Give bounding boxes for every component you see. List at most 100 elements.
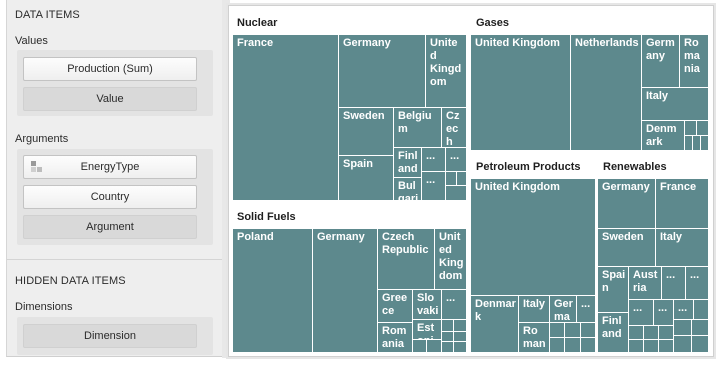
tile-nuclear-other-3[interactable]: ... [422,172,446,201]
dimension-placeholder[interactable]: Dimension [23,324,197,348]
tile-solid-united-kingdom[interactable]: United Kingdom [435,229,467,290]
tile-petroleum-germany[interactable]: Germany [550,296,577,323]
tile-nuclear-france[interactable]: France [233,35,339,201]
tile-petroleum-small[interactable] [581,323,596,338]
tile-solid-small[interactable] [442,320,454,332]
arguments-label: Arguments [15,133,69,145]
dimensions-group: Dimension [17,317,213,355]
tile-renewables-other-2[interactable]: ... [686,267,709,300]
tile-renewables-other-5[interactable]: ... [674,300,694,320]
tile-nuclear-small[interactable] [446,186,467,201]
tile-petroleum-small[interactable] [581,338,596,353]
tile-nuclear-czech-republic[interactable]: Czech Republic [442,108,467,148]
tile-solid-small[interactable] [454,332,467,342]
group-title-nuclear: Nuclear [237,17,278,29]
tile-renewables-small[interactable] [674,336,692,353]
tile-renewables-sweden[interactable]: Sweden [598,229,656,267]
tile-solid-small[interactable] [442,332,454,342]
section-divider [7,259,223,260]
tile-gases-united-kingdom[interactable]: United Kingdom [471,35,571,151]
tile-solid-poland[interactable]: Poland [233,229,313,353]
energy-type-label: EnergyType [80,161,140,173]
tile-gases-italy[interactable]: Italy [642,88,709,121]
tile-petroleum-denmark[interactable]: Denmark [471,296,519,353]
values-label: Values [15,35,48,47]
tile-gases-small[interactable] [697,121,709,136]
tile-gases-germany[interactable]: Germany [642,35,680,88]
tile-nuclear-germany[interactable]: Germany [339,35,426,108]
value-placeholder[interactable]: Value [23,87,197,111]
tile-renewables-france[interactable]: France [656,179,709,229]
energy-type-item[interactable]: EnergyType [23,155,197,179]
country-item[interactable]: Country [23,185,197,209]
tile-petroleum-small[interactable] [565,323,581,338]
tile-solid-romania[interactable]: Romania [378,323,413,353]
tile-gases-netherlands[interactable]: Netherlands [571,35,642,151]
arguments-group: EnergyType Country Argument [17,149,213,245]
tile-renewables-small[interactable] [692,336,709,353]
tile-solid-small[interactable] [413,340,427,353]
tile-nuclear-small[interactable] [457,172,467,186]
tile-nuclear-finland[interactable]: Finland [394,148,422,178]
data-items-panel: DATA ITEMS Values Production (Sum) Value… [6,0,223,357]
tile-nuclear-other-1[interactable]: ... [422,148,446,172]
tile-solid-other[interactable]: ... [442,290,467,320]
tile-renewables-spain[interactable]: Spain [598,267,629,313]
group-title-renewables: Renewables [603,161,667,173]
group-title-petroleum-products: Petroleum Products [476,161,581,173]
tile-petroleum-italy[interactable]: Italy [519,296,550,323]
tile-nuclear-belgium[interactable]: Belgium [394,108,442,148]
tile-nuclear-united-kingdom[interactable]: United Kingdom [426,35,467,108]
tile-petroleum-united-kingdom[interactable]: United Kingdom [471,179,596,296]
tile-solid-slovakia[interactable]: Slovakia [413,290,442,320]
tile-renewables-other-1[interactable]: ... [662,267,686,300]
tile-gases-small[interactable] [685,136,693,151]
tile-renewables-small[interactable] [659,340,674,353]
tile-gases-romania[interactable]: Romania [680,35,709,88]
tile-renewables-small[interactable] [629,340,644,353]
tile-renewables-italy[interactable]: Italy [656,229,709,267]
tile-solid-small[interactable] [427,340,442,353]
tile-petroleum-small[interactable] [550,338,565,353]
tile-renewables-small[interactable] [644,340,659,353]
tile-renewables-germany[interactable]: Germany [598,179,656,229]
tile-nuclear-bulgaria[interactable]: Bulgaria [394,178,422,201]
tile-renewables-small[interactable] [644,326,659,340]
tile-renewables-austria[interactable]: Austria [629,267,662,300]
tile-gases-small[interactable] [685,121,697,136]
dashboard-designer: DATA ITEMS Values Production (Sum) Value… [0,0,721,365]
tile-renewables-small[interactable] [692,320,709,336]
tile-solid-greece[interactable]: Greece [378,290,413,323]
argument-placeholder[interactable]: Argument [23,215,197,239]
tile-petroleum-small[interactable] [565,338,581,353]
tile-petroleum-other[interactable]: ... [577,296,596,323]
production-sum-item[interactable]: Production (Sum) [23,57,197,81]
tile-renewables-other-3[interactable]: ... [629,300,654,326]
tile-renewables-small[interactable] [659,326,674,340]
tile-solid-small[interactable] [454,320,467,332]
tile-petroleum-romania[interactable]: Romania [519,323,550,353]
tile-nuclear-small[interactable] [446,172,457,186]
group-title-solid-fuels: Solid Fuels [237,211,296,223]
tile-nuclear-spain[interactable]: Spain [339,156,394,201]
group-title-gases: Gases [476,17,510,29]
tile-gases-denmark[interactable]: Denmark [642,121,685,151]
treemap: Nuclear France Germany United Kingdom Sw… [229,6,713,356]
tile-renewables-small[interactable] [674,320,692,336]
tile-renewables-finland[interactable]: Finland [598,313,629,353]
tile-solid-estonia[interactable]: Estonia [413,320,442,340]
dimension-type-icon[interactable] [31,161,43,173]
tile-renewables-small[interactable] [629,326,644,340]
dimensions-label: Dimensions [15,301,73,313]
tile-nuclear-sweden[interactable]: Sweden [339,108,394,156]
tile-gases-small[interactable] [701,136,709,151]
tile-petroleum-small[interactable] [550,323,565,338]
tile-gases-small[interactable] [693,136,701,151]
tile-renewables-other-4[interactable]: ... [654,300,674,326]
tile-solid-small[interactable] [442,342,454,353]
tile-solid-small[interactable] [454,342,467,353]
tile-solid-czech-republic[interactable]: Czech Republic [378,229,435,290]
tile-solid-germany[interactable]: Germany [313,229,378,353]
tile-nuclear-other-2[interactable]: ... [446,148,467,172]
tile-renewables-small[interactable] [694,300,709,320]
